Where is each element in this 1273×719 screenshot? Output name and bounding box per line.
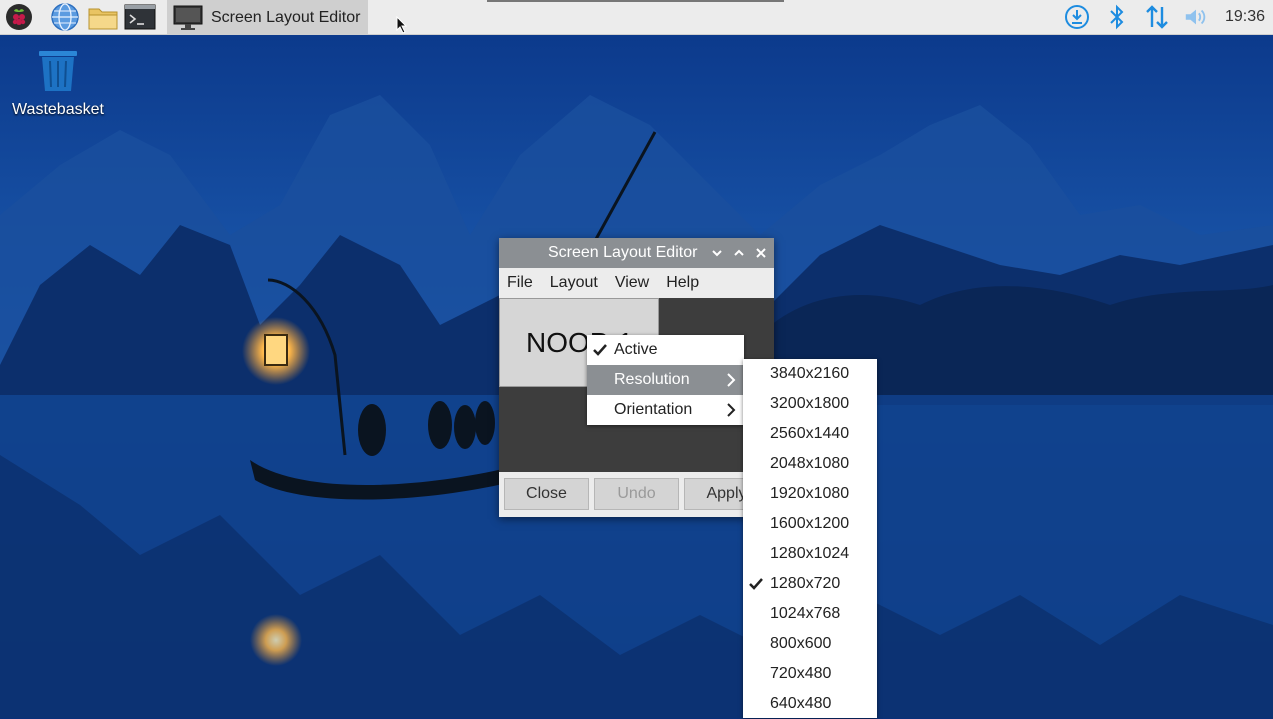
resolution-option[interactable]: 720x480: [743, 659, 877, 689]
window-button-row: Close Undo Apply: [499, 474, 774, 517]
volume-icon[interactable]: [1183, 4, 1209, 30]
resolution-label: 1920x1080: [770, 485, 850, 502]
resolution-label: 1280x1024: [770, 545, 850, 562]
checkmark-icon: [593, 344, 607, 356]
resolution-label: 2048x1080: [770, 455, 850, 472]
resolution-option[interactable]: 3840x2160: [743, 359, 877, 389]
taskbar-window-title: Screen Layout Editor: [211, 8, 361, 26]
network-icon[interactable]: [1144, 4, 1170, 30]
window-titlebar[interactable]: Screen Layout Editor: [499, 238, 774, 268]
menu-layout[interactable]: Layout: [550, 274, 598, 292]
resolution-option[interactable]: 1600x1200: [743, 509, 877, 539]
menu-file[interactable]: File: [507, 274, 533, 292]
chevron-right-icon: [727, 373, 736, 387]
resolution-option[interactable]: 2048x1080: [743, 449, 877, 479]
taskbar-window-button[interactable]: Screen Layout Editor: [167, 0, 368, 35]
terminal-icon[interactable]: [124, 2, 156, 32]
web-browser-icon[interactable]: [49, 2, 81, 32]
resolution-option-selected[interactable]: 1280x720: [743, 569, 877, 599]
window-title: Screen Layout Editor: [548, 244, 698, 261]
close-button[interactable]: Close: [504, 478, 589, 510]
menu-item-label: Active: [614, 341, 658, 358]
menu-help[interactable]: Help: [666, 274, 699, 292]
updater-icon[interactable]: [1064, 4, 1090, 30]
resolution-label: 1280x720: [770, 575, 841, 592]
wastebasket-desktop-icon[interactable]: Wastebasket: [10, 48, 106, 119]
clock[interactable]: 19:36: [1225, 8, 1265, 26]
resolution-label: 3200x1800: [770, 395, 850, 412]
chevron-right-icon: [727, 403, 736, 417]
menu-item-label: Resolution: [614, 371, 690, 388]
resolution-option[interactable]: 800x600: [743, 629, 877, 659]
menu-item-active[interactable]: Active: [587, 335, 744, 365]
resolution-label: 3840x2160: [770, 365, 850, 382]
checkmark-icon: [749, 578, 763, 590]
resolution-option[interactable]: 1024x768: [743, 599, 877, 629]
taskbar: Screen Layout Editor 19:36: [0, 0, 1273, 35]
menu-item-orientation[interactable]: Orientation: [587, 395, 744, 425]
undo-button[interactable]: Undo: [594, 478, 679, 510]
resolution-label: 1024x768: [770, 605, 841, 622]
close-icon[interactable]: [752, 244, 770, 262]
bluetooth-icon[interactable]: [1104, 4, 1130, 30]
monitor-icon: [173, 4, 203, 32]
menu-item-label: Orientation: [614, 401, 693, 418]
resolution-label: 640x480: [770, 695, 832, 712]
mouse-cursor-icon: [396, 16, 408, 34]
resolution-option[interactable]: 2560x1440: [743, 419, 877, 449]
raspberry-menu-icon[interactable]: [3, 2, 35, 32]
top-divider: [487, 0, 784, 2]
minimize-icon[interactable]: [708, 244, 726, 262]
file-manager-icon[interactable]: [87, 2, 119, 32]
resolution-submenu: 3840x2160 3200x1800 2560x1440 2048x1080 …: [743, 359, 877, 718]
resolution-option[interactable]: 1920x1080: [743, 479, 877, 509]
trash-icon: [39, 51, 77, 91]
resolution-label: 720x480: [770, 665, 832, 682]
menu-item-resolution[interactable]: Resolution: [587, 365, 744, 395]
resolution-label: 1600x1200: [770, 515, 850, 532]
resolution-option[interactable]: 3200x1800: [743, 389, 877, 419]
resolution-option[interactable]: 640x480: [743, 689, 877, 719]
resolution-option[interactable]: 1280x1024: [743, 539, 877, 569]
window-menubar: File Layout View Help: [499, 268, 774, 298]
resolution-label: 800x600: [770, 635, 832, 652]
maximize-icon[interactable]: [730, 244, 748, 262]
monitor-context-menu: Active Resolution Orientation: [587, 335, 744, 425]
wastebasket-label: Wastebasket: [12, 101, 104, 118]
menu-view[interactable]: View: [615, 274, 649, 292]
resolution-label: 2560x1440: [770, 425, 850, 442]
